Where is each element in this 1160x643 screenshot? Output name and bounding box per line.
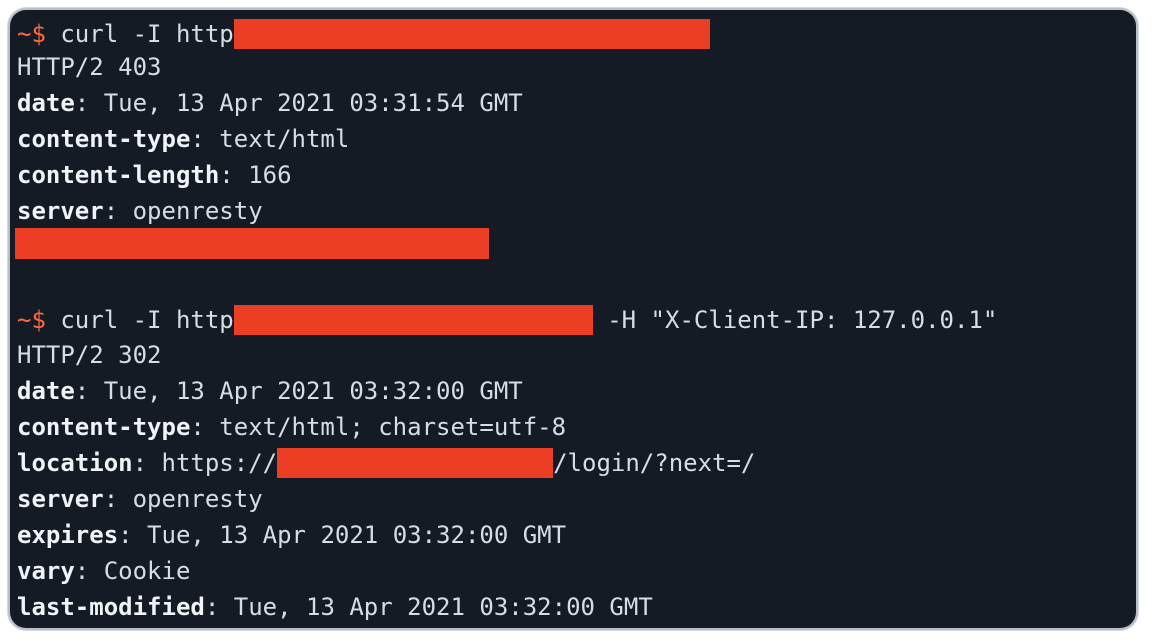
header-key: vary bbox=[17, 557, 75, 585]
shell-prompt: ~$ bbox=[17, 306, 46, 334]
command-flag: -H "X-Client-IP: 127.0.0.1" bbox=[592, 306, 998, 334]
header-value: : openresty bbox=[103, 485, 263, 513]
header-value: : Tue, 13 Apr 2021 03:32:00 GMT bbox=[118, 521, 567, 549]
header-line-date: date: Tue, 13 Apr 2021 03:31:54 GMT bbox=[17, 88, 523, 118]
terminal-window: ~$ curl -I http HTTP/2 403 date: Tue, 13… bbox=[10, 10, 1136, 628]
header-value: : Tue, 13 Apr 2021 03:32:00 GMT bbox=[74, 377, 523, 405]
redacted-host bbox=[277, 448, 554, 478]
header-key: last-modified bbox=[17, 593, 205, 621]
header-value: : 166 bbox=[219, 161, 292, 189]
header-key: date bbox=[17, 377, 75, 405]
location-path: /login/?next=/ bbox=[553, 449, 756, 477]
header-key: date bbox=[17, 89, 75, 117]
header-key: server bbox=[17, 485, 104, 513]
command-text: curl -I http bbox=[45, 20, 234, 48]
header-line-content-type: content-type: text/html bbox=[17, 124, 349, 154]
header-value: : Tue, 13 Apr 2021 03:31:54 GMT bbox=[74, 89, 523, 117]
redacted-header-line bbox=[15, 228, 489, 259]
header-key: server bbox=[17, 197, 104, 225]
header-value: : Cookie bbox=[74, 557, 191, 585]
header-value: : text/html bbox=[190, 125, 350, 153]
command-text: curl -I http bbox=[45, 306, 234, 334]
response-status: HTTP/2 403 bbox=[17, 53, 162, 81]
command-line-2: ~$ curl -I http -H "X-Client-IP: 127.0.0… bbox=[17, 305, 997, 335]
header-line-vary: vary: Cookie bbox=[17, 556, 190, 586]
header-value: : Tue, 13 Apr 2021 03:32:00 GMT bbox=[204, 593, 653, 621]
header-line-server: server: openresty bbox=[17, 196, 263, 226]
shell-prompt: ~$ bbox=[17, 20, 46, 48]
command-line-1: ~$ curl -I http bbox=[17, 19, 710, 49]
header-key: location bbox=[17, 449, 133, 477]
header-key: content-type bbox=[17, 413, 191, 441]
redacted-url bbox=[233, 305, 593, 335]
header-key: content-length bbox=[17, 161, 220, 189]
response-status: HTTP/2 302 bbox=[17, 341, 162, 369]
location-prefix: : https:// bbox=[132, 449, 278, 477]
header-line-last-modified: last-modified: Tue, 13 Apr 2021 03:32:00… bbox=[17, 592, 653, 622]
header-key: expires bbox=[17, 521, 119, 549]
header-key: content-type bbox=[17, 125, 191, 153]
header-line-location: location: https:// /login/?next=/ bbox=[17, 448, 755, 478]
header-line-date: date: Tue, 13 Apr 2021 03:32:00 GMT bbox=[17, 376, 523, 406]
header-line-expires: expires: Tue, 13 Apr 2021 03:32:00 GMT bbox=[17, 520, 566, 550]
header-value: : text/html; charset=utf-8 bbox=[190, 413, 567, 441]
header-line-server: server: openresty bbox=[17, 484, 263, 514]
redacted-url bbox=[233, 19, 710, 49]
header-line-content-length: content-length: 166 bbox=[17, 160, 292, 190]
header-value: : openresty bbox=[103, 197, 263, 225]
header-line-content-type: content-type: text/html; charset=utf-8 bbox=[17, 412, 566, 442]
